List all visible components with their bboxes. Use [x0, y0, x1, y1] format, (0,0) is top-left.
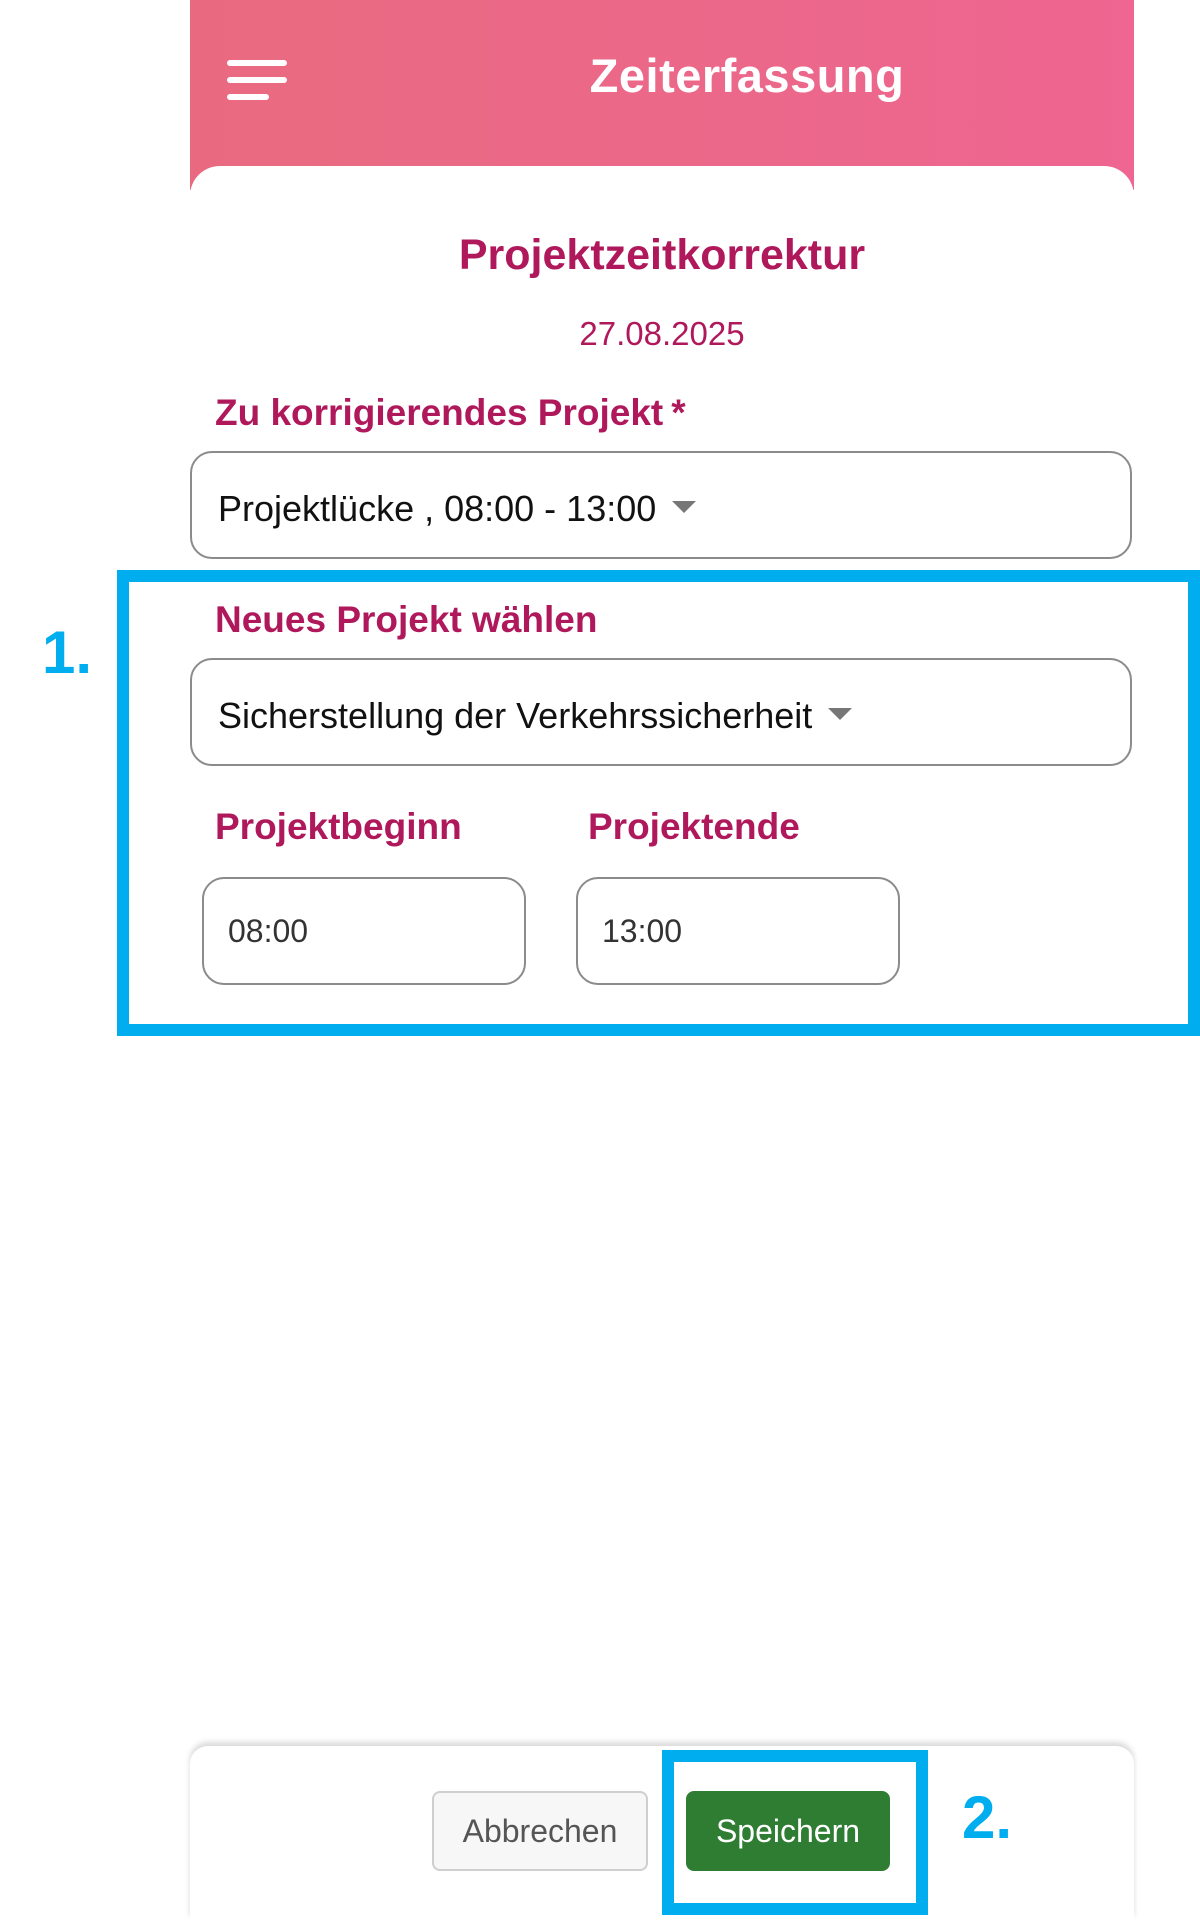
new-project-label: Neues Projekt wählen: [215, 599, 598, 640]
app-title: Zeiterfassung: [589, 49, 905, 102]
project-to-correct-value: Projektlücke , 08:00 - 13:00: [218, 488, 657, 529]
project-start-input[interactable]: [202, 877, 526, 985]
page-title: Projektzeitkorrektur: [458, 231, 866, 279]
required-marker: *: [671, 392, 686, 433]
page-date: 27.08.2025: [579, 315, 745, 352]
project-end-input[interactable]: [576, 877, 900, 985]
save-button[interactable]: Speichern: [686, 1791, 890, 1871]
dropdown-caret-icon: [828, 708, 853, 721]
new-project-select[interactable]: Sicherstellung der Verkehrssicherheit: [190, 658, 1132, 766]
step-1-label: 1.: [42, 619, 93, 686]
project-to-correct-select[interactable]: Projektlücke , 08:00 - 13:00: [190, 451, 1132, 559]
step-2-label: 2.: [962, 1784, 1013, 1851]
project-end-label: Projektende: [588, 806, 800, 847]
new-project-value: Sicherstellung der Verkehrssicherheit: [218, 695, 813, 736]
app-screen: Zeiterfassung Projektzeitkorrektur 27.08…: [190, 0, 1134, 1920]
hamburger-menu-icon[interactable]: [227, 60, 287, 100]
project-start-label: Projektbeginn: [215, 806, 462, 847]
dropdown-caret-icon: [672, 501, 697, 514]
project-to-correct-label: Zu korrigierendes Projekt *: [215, 392, 686, 433]
app-header: Zeiterfassung: [190, 0, 1134, 190]
cancel-button[interactable]: Abbrechen: [432, 1791, 648, 1871]
